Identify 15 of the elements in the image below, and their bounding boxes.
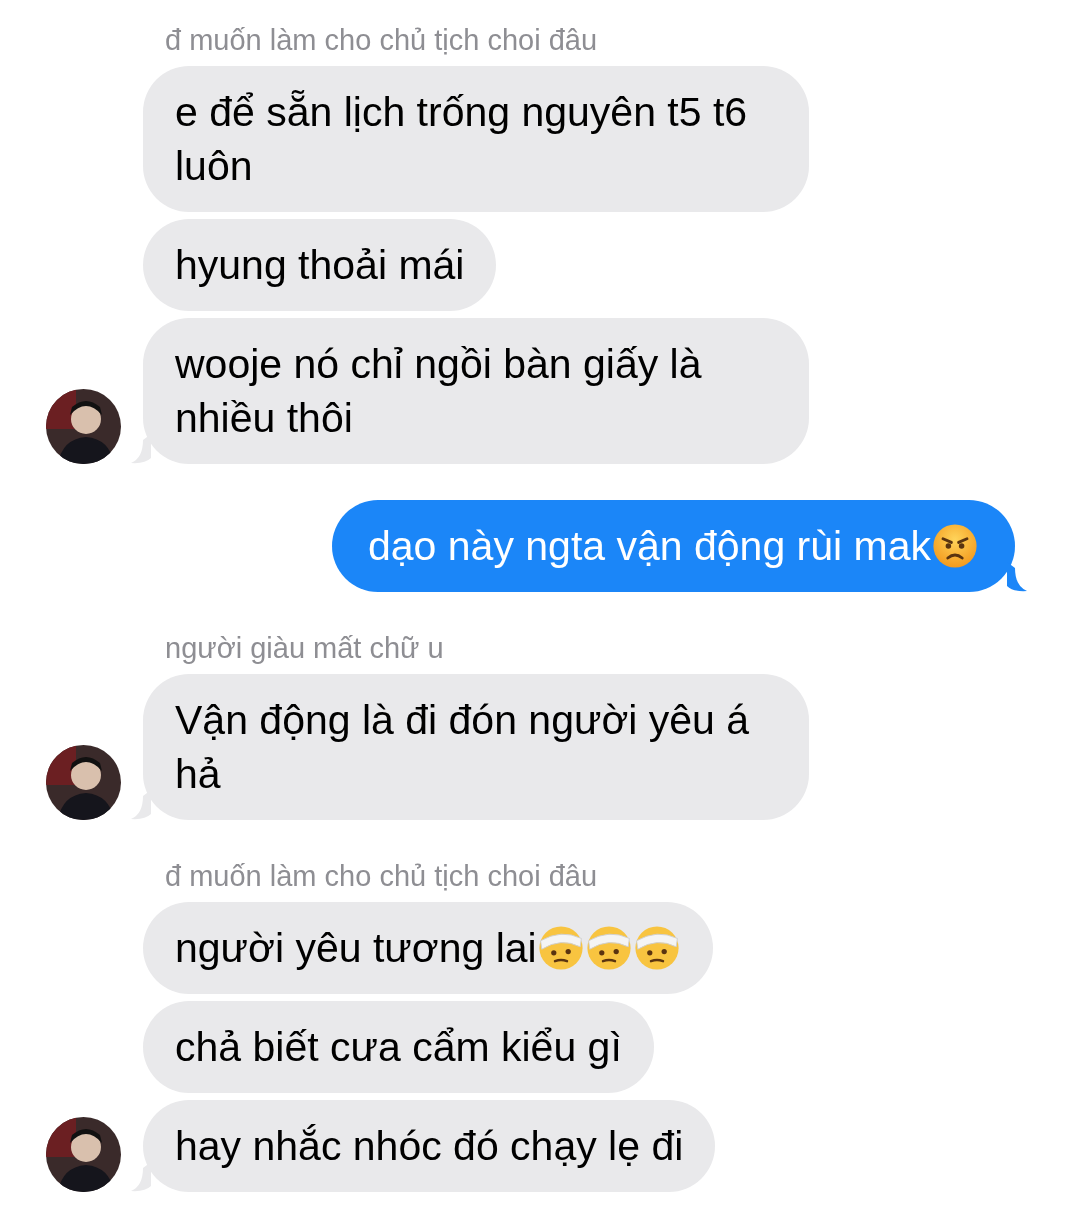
message-bubble: dạo này ngta vận động rùi mak <box>332 500 1015 592</box>
message-bubble: người yêu tương lai <box>143 902 713 994</box>
bandaged-face-icon <box>584 924 633 973</box>
bandaged-face-icon <box>632 924 681 973</box>
message-bubble: Vận động là đi đón người yêu á hả <box>143 674 809 820</box>
message-bubble: hay nhắc nhóc đó chạy lẹ đi <box>143 1100 716 1192</box>
sender-name: đ muốn làm cho chủ tịch choi đâu <box>165 23 599 58</box>
message-bubble: hyung thoải mái <box>143 219 497 311</box>
message-bubble: chả biết cưa cẩm kiểu gì <box>143 1001 654 1093</box>
sender-name: đ muốn làm cho chủ tịch choi đâu <box>165 859 599 894</box>
message-bubble: wooje nó chỉ ngồi bàn giấy là nhiều thôi <box>143 318 809 464</box>
message-bubble: e để sẵn lịch trống nguyên t5 t6 luôn <box>143 66 809 212</box>
bandaged-face-icon <box>536 924 585 973</box>
angry-face-icon <box>931 522 979 571</box>
sender-name: người giàu mất chữ u <box>165 631 445 666</box>
